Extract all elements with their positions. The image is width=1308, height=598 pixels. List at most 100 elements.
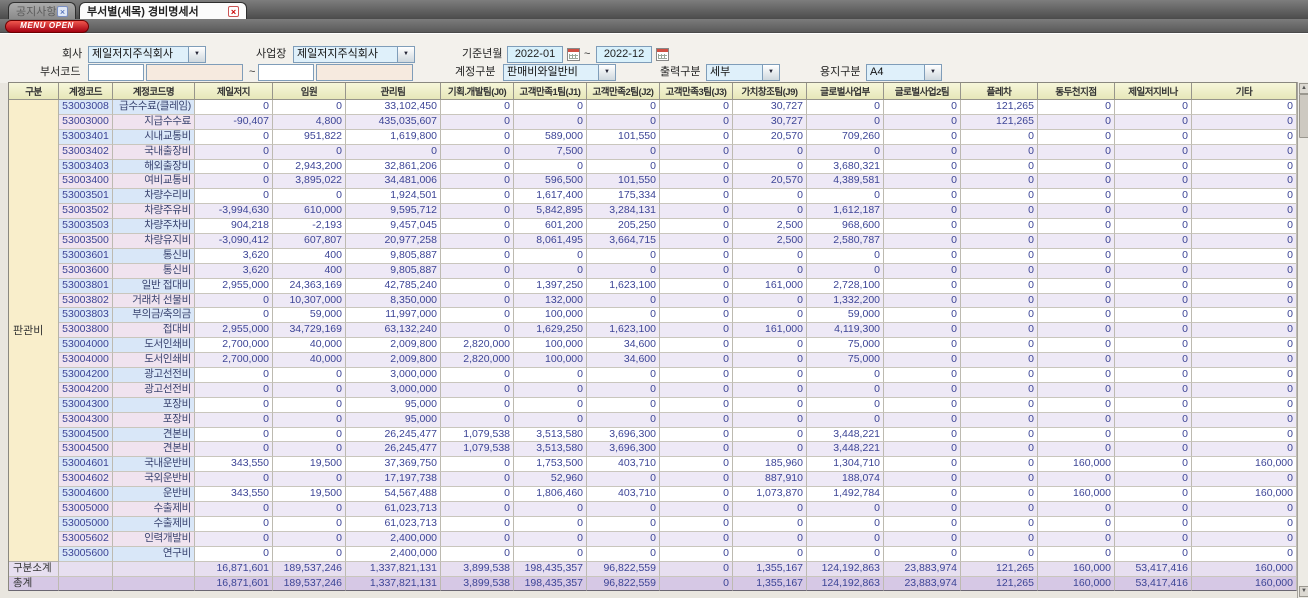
amount-cell: 0 [1115, 382, 1192, 398]
amount-cell: 0 [660, 159, 733, 175]
dept-name-to-field[interactable] [316, 64, 413, 81]
table-row[interactable]: 53004300 포장비 0 0 95,000 0 0 0 0 0 0 0 0 0 0 0 [59, 397, 1297, 413]
amount-cell: 0 [660, 531, 733, 547]
table-row[interactable]: 53003501 차량수리비 0 0 1,924,501 0 1,617,400 175,33… [59, 189, 1297, 205]
amount-cell: 0 [441, 219, 514, 235]
amount-cell: 0 [1038, 144, 1115, 160]
vertical-scrollbar[interactable]: ▲ ▼ [1297, 82, 1308, 598]
scrollbar-thumb[interactable] [1299, 94, 1308, 138]
amount-cell: 23,883,974 [884, 576, 961, 592]
amount-cell: 1,629,250 [514, 323, 587, 339]
dept-range-separator: ~ [249, 66, 256, 78]
scroll-down-icon[interactable]: ▼ [1299, 586, 1308, 597]
account-type-select[interactable]: 판매비와일반비 ▼ [503, 64, 616, 81]
amount-cell: 17,197,738 [346, 472, 441, 488]
table-header-row: 구분 계정코드 계정코드명 제일저지 임원 관리팀 기획.개발팀(J0) 고객만족1팀(J1)… [9, 83, 1297, 100]
tab-expense-report[interactable]: 부서별(세목) 경비명세서 × [79, 2, 247, 19]
calendar-icon[interactable] [567, 48, 580, 61]
workplace-select-value: 제일저지주식회사 [297, 48, 378, 60]
calendar-icon[interactable] [656, 48, 669, 61]
amount-cell: 0 [1038, 368, 1115, 383]
amount-cell: 20,977,258 [346, 234, 441, 249]
period-from-input[interactable]: 2022-01 [507, 46, 563, 63]
amount-cell: 0 [733, 427, 807, 443]
amount-cell: 16,871,601 [195, 561, 273, 577]
table-row[interactable]: 53003500 차량유지비 -3,090,412 607,807 20,977,258… [59, 234, 1297, 249]
table-row[interactable]: 53004500 견본비 0 0 26,245,477 1,079,538 3,513,58… [59, 442, 1297, 458]
table-row[interactable]: 53003601 통신비 3,620 400 9,805,887 0 0 0 0 0 0 0 0 0 0 0 [59, 248, 1297, 264]
table-row[interactable]: 53005602 인력개발비 0 0 2,400,000 0 0 0 0 0 0 0 0 0 0 0 [59, 531, 1297, 547]
table-row[interactable]: 53004601 국내운반비 343,550 19,500 37,369,750 0 1,7… [59, 457, 1297, 473]
account-code-cell: 53005600 [59, 546, 113, 562]
table-row[interactable]: 53003600 통신비 3,620 400 9,805,887 0 0 0 0 0 0 0 0 0 0 0 [59, 263, 1297, 279]
table-row[interactable]: 53004300 포장비 0 0 95,000 0 0 0 0 0 0 0 0 0 0 0 [59, 412, 1297, 428]
group-cell: 판관비 [9, 100, 59, 562]
amount-cell: 0 [884, 114, 961, 130]
scroll-up-icon[interactable]: ▲ [1299, 83, 1308, 94]
amount-cell: 0 [660, 114, 733, 130]
table-row[interactable]: 53003502 차량주유비 -3,994,630 610,000 9,595,712 0… [59, 204, 1297, 220]
menu-open-button[interactable]: MENU OPEN [5, 20, 89, 33]
amount-cell: 968,600 [807, 219, 884, 235]
table-row[interactable]: 53004602 국외운반비 0 0 17,197,738 0 52,960 0 0 887,91… [59, 472, 1297, 488]
paper-type-select[interactable]: A4 ▼ [866, 64, 942, 81]
amount-cell: 0 [733, 516, 807, 532]
tab-notice[interactable]: 공지사항 × [8, 2, 76, 19]
table-row[interactable]: 53004000 도서인쇄비 2,700,000 40,000 2,009,800 2,8… [59, 338, 1297, 354]
amount-cell: 59,000 [807, 308, 884, 324]
amount-cell: 121,265 [961, 576, 1038, 592]
amount-cell: 0 [961, 531, 1038, 547]
table-row[interactable]: 53005000 수출제비 0 0 61,023,713 0 0 0 0 0 0 0 0 0 0 0 [59, 502, 1297, 517]
amount-cell: 0 [1192, 531, 1297, 547]
amount-cell: 0 [961, 174, 1038, 190]
table-row[interactable]: 53003801 일반 접대비 2,955,000 24,363,169 42,785,… [59, 278, 1297, 294]
amount-cell: 0 [514, 502, 587, 517]
dept-code-to-input[interactable] [258, 64, 314, 81]
chevron-down-icon: ▼ [762, 65, 779, 80]
table-row[interactable]: 53003802 거래처 선물비 0 10,307,000 8,350,000 0 132,… [59, 293, 1297, 309]
period-to-input[interactable]: 2022-12 [596, 46, 652, 63]
amount-cell: 53,417,416 [1115, 561, 1192, 577]
table-row[interactable]: 53005600 연구비 0 0 2,400,000 0 0 0 0 0 0 0 0 0 0 0 [59, 546, 1297, 562]
dept-name-from-field[interactable] [146, 64, 243, 81]
amount-cell: 0 [660, 576, 733, 592]
output-type-select[interactable]: 세부 ▼ [706, 64, 780, 81]
dept-code-from-input[interactable] [88, 64, 144, 81]
table-row[interactable]: 53004200 광고선전비 0 0 3,000,000 0 0 0 0 0 0 0 0 0 0 0 [59, 368, 1297, 383]
table-row[interactable]: 53003400 여비교통비 0 3,895,022 34,481,006 0 596,50… [59, 174, 1297, 190]
table-row[interactable]: 53003000 지급수수료 -90,407 4,800 435,035,607 0 0 0 0… [59, 114, 1297, 130]
table-row[interactable]: 53004000 도서인쇄비 2,700,000 40,000 2,009,800 2,8… [59, 353, 1297, 369]
table-rows: 53003008 급수수료(클레임) 0 0 33,102,450 0 0 0 0 30,727 0… [59, 100, 1297, 562]
amount-cell: 20,570 [733, 129, 807, 145]
amount-cell: 0 [273, 427, 346, 443]
table-row[interactable]: 53003800 접대비 2,955,000 34,729,169 63,132,240… [59, 323, 1297, 339]
account-code-cell: 53005000 [59, 502, 113, 517]
table-row[interactable]: 53003803 부의금/축의금 0 59,000 11,997,000 0 100,000… [59, 308, 1297, 324]
close-tab-icon[interactable]: × [57, 5, 68, 17]
table-row[interactable]: 53003008 급수수료(클레임) 0 0 33,102,450 0 0 0 0 30,727 0… [59, 100, 1297, 115]
amount-cell: 160,000 [1192, 487, 1297, 503]
table-row[interactable]: 53003401 시내교통비 0 951,822 1,619,800 0 589,000 10… [59, 129, 1297, 145]
table-row[interactable]: 53004200 광고선전비 0 0 3,000,000 0 0 0 0 0 0 0 0 0 0 0 [59, 382, 1297, 398]
table-row[interactable]: 53003403 해외출장비 0 2,943,200 32,861,206 0 0 0 0 0 3,… [59, 159, 1297, 175]
amount-cell: 0 [1115, 427, 1192, 443]
amount-cell: 160,000 [1038, 487, 1115, 503]
workplace-select[interactable]: 제일저지주식회사 ▼ [293, 46, 415, 63]
amount-cell: 0 [961, 382, 1038, 398]
table-row[interactable]: 53003402 국내출장비 0 0 0 0 7,500 0 0 0 0 0 0 0 0 0 [59, 144, 1297, 160]
paper-type-label: 용지구분 [820, 66, 861, 78]
account-name-cell: 일반 접대비 [113, 278, 195, 294]
amount-cell: 0 [587, 263, 660, 279]
table-row[interactable]: 53004500 견본비 0 0 26,245,477 1,079,538 3,513,58… [59, 427, 1297, 443]
amount-cell: 175,334 [587, 189, 660, 205]
amount-cell: 4,800 [273, 114, 346, 130]
table-row[interactable]: 53004600 운반비 343,550 19,500 54,567,488 0 1,806… [59, 487, 1297, 503]
account-code-cell: 53004500 [59, 427, 113, 443]
amount-cell: 0 [441, 174, 514, 190]
company-select[interactable]: 제일저지주식회사 ▼ [88, 46, 206, 63]
close-tab-icon[interactable]: × [228, 5, 239, 17]
table-row[interactable]: 53003503 차량주차비 904,218 -2,193 9,457,045 0 601,… [59, 219, 1297, 235]
amount-cell: 0 [441, 382, 514, 398]
table-row[interactable]: 53005000 수출제비 0 0 61,023,713 0 0 0 0 0 0 0 0 0 0 0 [59, 516, 1297, 532]
amount-cell: 0 [1115, 159, 1192, 175]
